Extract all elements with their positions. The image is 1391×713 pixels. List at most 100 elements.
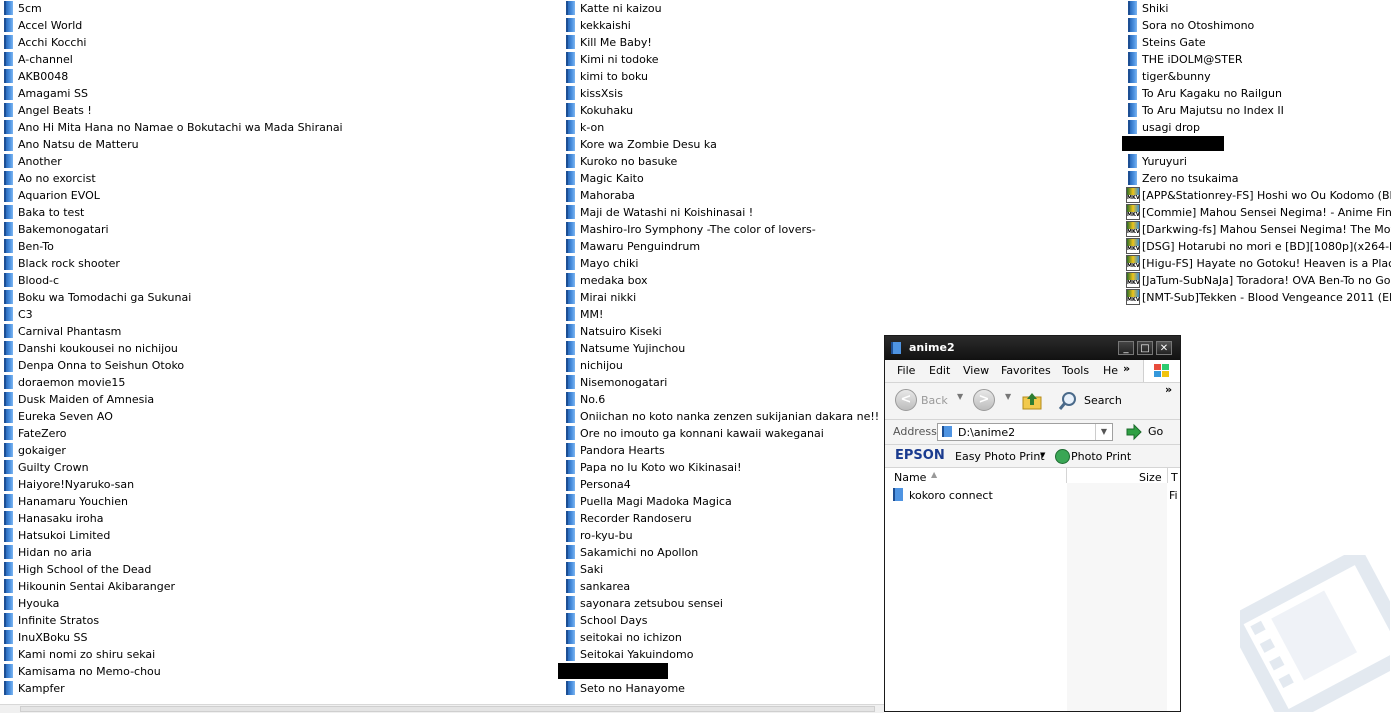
search-button[interactable]: Search (1084, 394, 1122, 407)
folder-item[interactable]: Ao no exorcist (4, 170, 343, 187)
folder-item[interactable]: Hanasaku iroha (4, 510, 343, 527)
folder-item[interactable]: gokaiger (4, 442, 343, 459)
folder-item[interactable]: Amagami SS (4, 85, 343, 102)
folder-item[interactable]: kissXsis (566, 85, 879, 102)
folder-item[interactable]: Kampfer (4, 680, 343, 697)
folder-item[interactable]: Kamisama no Memo-chou (4, 663, 343, 680)
folder-item[interactable]: Natsuiro Kiseki (566, 323, 879, 340)
forward-dropdown-icon[interactable]: ▼ (1005, 392, 1011, 401)
folder-item[interactable]: Mashiro-Iro Symphony -The color of lover… (566, 221, 879, 238)
menu-edit[interactable]: Edit (929, 364, 950, 377)
folder-item[interactable]: doraemon movie15 (4, 374, 343, 391)
folder-item[interactable]: Angel Beats ! (4, 102, 343, 119)
folder-item[interactable]: To Aru Majutsu no Index II (1128, 102, 1391, 119)
folder-item[interactable]: Blood-c (4, 272, 343, 289)
video-file-item[interactable]: MKV [Darkwing-fs] Mahou Sensei Negima! Th… (1126, 221, 1391, 238)
folder-item[interactable]: High School of the Dead (4, 561, 343, 578)
folder-item[interactable]: Kokuhaku (566, 102, 879, 119)
folder-item[interactable]: sayonara zetsubou sensei (566, 595, 879, 612)
easy-photo-print-dropdown-icon[interactable]: ▼ (1040, 451, 1045, 459)
folder-item[interactable]: THE iDOLM@STER (1128, 51, 1391, 68)
folder-item[interactable]: Shiki (1128, 0, 1391, 17)
video-file-item[interactable]: MKV [APP&Stationrey-FS] Hoshi wo Ou Kodom… (1126, 187, 1391, 204)
folder-item[interactable]: Oniichan no koto nanka zenzen sukijanian… (566, 408, 879, 425)
video-file-item[interactable]: MKV [JaTum-SubNaJa] Toradora! OVA Ben-To … (1126, 272, 1391, 289)
folder-item[interactable]: Kami nomi zo shiru sekai (4, 646, 343, 663)
minimize-button[interactable]: _ (1118, 341, 1134, 355)
folder-item[interactable]: FateZero (4, 425, 343, 442)
folder-item[interactable]: School Days (566, 612, 879, 629)
folder-item[interactable]: Saki (566, 561, 879, 578)
folder-item[interactable]: Accel World (4, 17, 343, 34)
folder-item[interactable]: ro-kyu-bu (566, 527, 879, 544)
folder-item[interactable]: Aquarion EVOL (4, 187, 343, 204)
folder-item[interactable]: Nisemonogatari (566, 374, 879, 391)
folder-item[interactable]: Carnival Phantasm (4, 323, 343, 340)
folder-item[interactable]: Boku wa Tomodachi ga Sukunai (4, 289, 343, 306)
folder-item[interactable]: C3 (4, 306, 343, 323)
folder-item[interactable]: Puella Magi Madoka Magica (566, 493, 879, 510)
video-file-item[interactable]: MKV [DSG] Hotarubi no mori e [BD][1080p](… (1126, 238, 1391, 255)
folder-item[interactable]: Pandora Hearts (566, 442, 879, 459)
folder-item[interactable]: Papa no Iu Koto wo Kikinasai! (566, 459, 879, 476)
video-file-item[interactable]: MKV [NMT-Sub]Tekken - Blood Vengeance 201… (1126, 289, 1391, 306)
folder-item[interactable]: Danshi koukousei no nichijou (4, 340, 343, 357)
folder-item[interactable]: Zero no tsukaima (1128, 170, 1391, 187)
video-file-item[interactable]: MKV [Commie] Mahou Sensei Negima! - Anime… (1126, 204, 1391, 221)
folder-item[interactable]: A-channel (4, 51, 343, 68)
folder-item[interactable]: Maji de Watashi ni Koishinasai ! (566, 204, 879, 221)
folder-item[interactable]: Katte ni kaizou (566, 0, 879, 17)
folder-item[interactable]: MM! (566, 306, 879, 323)
menu-view[interactable]: View (963, 364, 989, 377)
folder-item[interactable]: Persona4 (566, 476, 879, 493)
scrollbar-thumb[interactable] (20, 706, 875, 712)
folder-item[interactable]: Kimi ni todoke (566, 51, 879, 68)
folder-item[interactable]: Mayo chiki (566, 255, 879, 272)
folder-item[interactable]: Recorder Randoseru (566, 510, 879, 527)
folder-item[interactable]: Dusk Maiden of Amnesia (4, 391, 343, 408)
go-button[interactable]: Go (1148, 425, 1163, 438)
up-folder-button[interactable] (1021, 391, 1043, 411)
folder-item[interactable]: Guilty Crown (4, 459, 343, 476)
video-file-item[interactable]: MKV [Higu-FS] Hayate no Gotoku! Heaven is… (1126, 255, 1391, 272)
folder-item[interactable]: kekkaishi (566, 17, 879, 34)
folder-item[interactable]: Ben-To (4, 238, 343, 255)
folder-item[interactable]: Sora no Otoshimono (1128, 17, 1391, 34)
list-item[interactable]: kokoro connect Fi (893, 487, 1178, 503)
menu-overflow-chevron[interactable]: » (1123, 362, 1130, 375)
folder-item[interactable]: Kuroko no basuke (566, 153, 879, 170)
folder-item[interactable]: Hidan no aria (4, 544, 343, 561)
folder-item[interactable]: Black rock shooter (4, 255, 343, 272)
folder-item[interactable]: Hatsukoi Limited (4, 527, 343, 544)
folder-item[interactable]: Seto no Hanayome (566, 680, 879, 697)
folder-item[interactable]: Hyouka (4, 595, 343, 612)
folder-item[interactable]: Magic Kaito (566, 170, 879, 187)
folder-item[interactable]: Yuruyuri (1128, 153, 1391, 170)
folder-item[interactable]: AKB0048 (4, 68, 343, 85)
folder-item[interactable]: Steins Gate (1128, 34, 1391, 51)
folder-item[interactable]: InuXBoku SS (4, 629, 343, 646)
folder-item[interactable]: Kill Me Baby! (566, 34, 879, 51)
photo-print-button[interactable]: Photo Print (1071, 450, 1131, 463)
back-dropdown-icon[interactable]: ▼ (957, 392, 963, 401)
back-button[interactable]: < (895, 389, 917, 411)
folder-item[interactable]: usagi drop (1128, 119, 1391, 136)
menu-favorites[interactable]: Favorites (1001, 364, 1051, 377)
go-arrow-icon[interactable] (1125, 423, 1143, 441)
folder-item[interactable]: To Aru Kagaku no Railgun (1128, 85, 1391, 102)
folder-item[interactable]: No.6 (566, 391, 879, 408)
folder-item[interactable]: Natsume Yujinchou (566, 340, 879, 357)
folder-item[interactable]: 5cm (4, 0, 343, 17)
folder-item[interactable]: medaka box (566, 272, 879, 289)
close-button[interactable]: ✕ (1156, 341, 1172, 355)
folder-item[interactable]: Sakamichi no Apollon (566, 544, 879, 561)
easy-photo-print-button[interactable]: Easy Photo Print (955, 450, 1045, 463)
address-input[interactable]: D:\anime2 ▼ (937, 423, 1113, 441)
folder-item[interactable]: Hikounin Sentai Akibaranger (4, 578, 343, 595)
folder-item[interactable]: Kore wa Zombie Desu ka (566, 136, 879, 153)
folder-item[interactable]: Haiyore!Nyaruko-san (4, 476, 343, 493)
title-bar[interactable]: anime2 _ □ ✕ (885, 336, 1180, 360)
folder-item[interactable]: Denpa Onna to Seishun Otoko (4, 357, 343, 374)
folder-item[interactable]: Seitokai Yakuindomo (566, 646, 879, 663)
folder-item[interactable]: Bakemonogatari (4, 221, 343, 238)
